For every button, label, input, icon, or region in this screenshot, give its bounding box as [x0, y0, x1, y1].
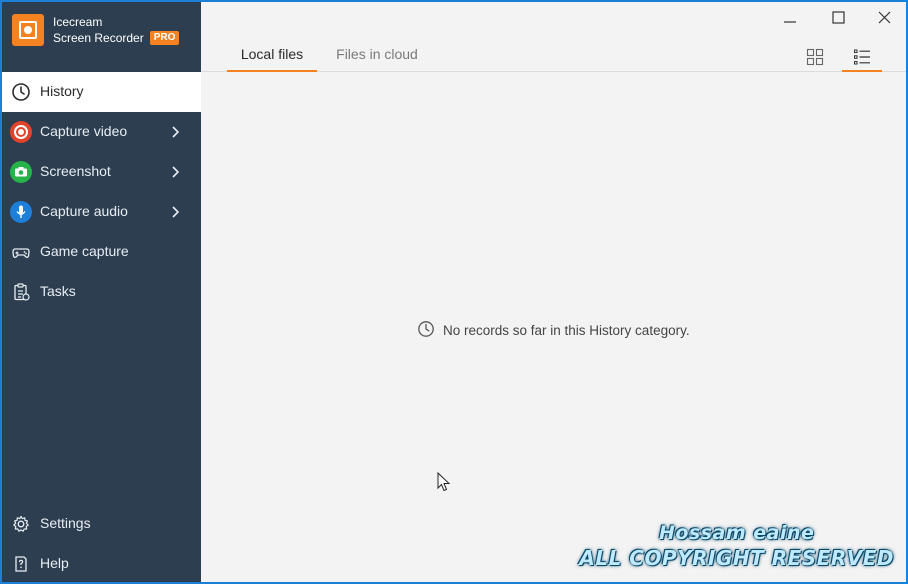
list-view-icon [854, 49, 870, 65]
watermark-line1: Hossam eaine [658, 522, 815, 544]
grid-view-icon [806, 48, 824, 66]
sidebar-item-settings[interactable]: Settings [2, 504, 201, 544]
clock-icon [417, 320, 435, 341]
help-icon [10, 553, 32, 575]
minimize-button[interactable] [775, 6, 805, 30]
tab-label: Local files [240, 46, 304, 62]
app-logo-icon [12, 14, 44, 46]
empty-state-message: No records so far in this History catego… [443, 323, 690, 338]
sidebar-item-label: Screenshot [40, 163, 111, 179]
tabs-bar: Local files Files in cloud [201, 38, 906, 72]
sidebar-item-capture-video[interactable]: Capture video [2, 112, 201, 152]
mouse-pointer-icon [437, 471, 451, 495]
watermark-line2: ALL COPYRIGHT RESERVED [579, 546, 894, 570]
close-button[interactable] [869, 6, 899, 30]
app-name-line2: Screen Recorder [53, 31, 144, 45]
sidebar-item-history[interactable]: History [2, 72, 201, 112]
list-view-button[interactable] [842, 43, 882, 72]
tab-local-files[interactable]: Local files [227, 46, 317, 72]
main-panel: Local files Files in cloud No records so… [201, 2, 906, 582]
sidebar-item-help[interactable]: Help [2, 544, 201, 582]
sidebar-item-label: Capture audio [40, 203, 128, 219]
sidebar-item-label: Capture video [40, 123, 128, 139]
empty-state: No records so far in this History catego… [417, 320, 690, 341]
maximize-button[interactable] [823, 6, 853, 30]
sidebar-item-label: Tasks [40, 283, 76, 299]
active-view-indicator [842, 70, 882, 72]
app-name-line1: Icecream [53, 15, 103, 29]
tab-files-in-cloud[interactable]: Files in cloud [329, 46, 425, 72]
microphone-icon [10, 201, 32, 223]
sidebar-item-capture-audio[interactable]: Capture audio [2, 192, 201, 232]
tab-label: Files in cloud [336, 46, 418, 62]
active-tab-indicator [227, 70, 317, 72]
chevron-right-icon [171, 204, 181, 220]
chevron-right-icon [171, 124, 181, 140]
sidebar: Icecream Screen Recorder PRO History Cap… [2, 2, 201, 582]
record-icon [10, 121, 32, 143]
tasks-icon [10, 281, 32, 303]
sidebar-item-tasks[interactable]: Tasks [2, 272, 201, 312]
sidebar-item-screenshot[interactable]: Screenshot [2, 152, 201, 192]
sidebar-item-label: Settings [40, 515, 91, 531]
maximize-icon [832, 11, 845, 24]
gear-icon [10, 513, 32, 535]
clock-icon [10, 81, 32, 103]
camera-icon [10, 161, 32, 183]
chevron-right-icon [171, 164, 181, 180]
brand: Icecream Screen Recorder PRO [12, 12, 180, 48]
sidebar-item-label: Game capture [40, 243, 129, 259]
sidebar-item-label: History [40, 83, 84, 99]
minimize-icon [784, 21, 796, 23]
sidebar-item-label: Help [40, 555, 69, 571]
close-icon [878, 11, 891, 24]
app-window: Icecream Screen Recorder PRO History Cap… [0, 0, 908, 584]
pro-badge: PRO [149, 31, 180, 45]
grid-view-button[interactable] [797, 43, 833, 71]
watermark: Hossam eaine ALL COPYRIGHT RESERVED [579, 522, 894, 570]
sidebar-item-game-capture[interactable]: Game capture [2, 232, 201, 272]
gamepad-icon [10, 241, 32, 263]
